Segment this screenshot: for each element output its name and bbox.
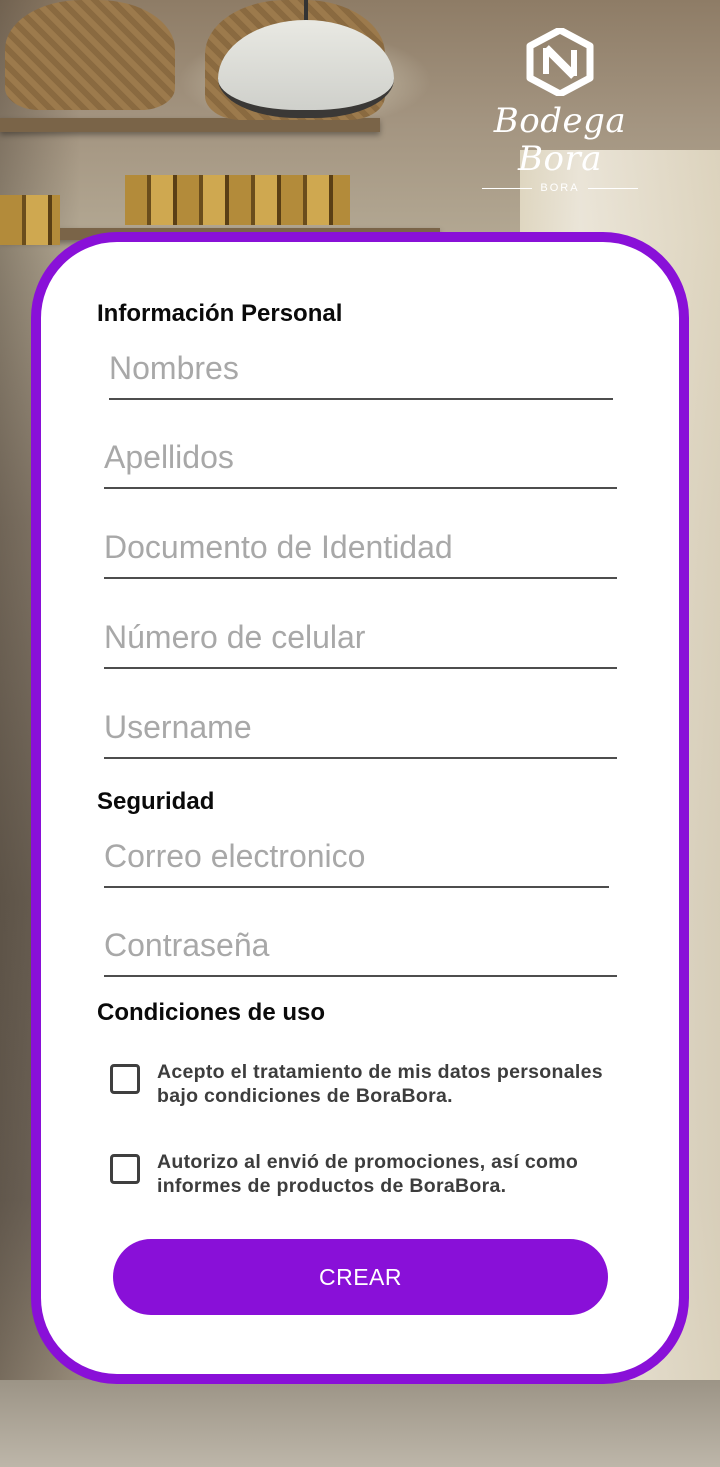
section-title-security: Seguridad bbox=[97, 788, 215, 815]
contrasena-field[interactable] bbox=[104, 919, 617, 977]
logo-sub-text: BORA bbox=[540, 182, 580, 194]
apellidos-input[interactable] bbox=[104, 431, 617, 483]
divider bbox=[587, 187, 638, 189]
divider bbox=[482, 187, 533, 189]
cans bbox=[0, 195, 60, 245]
promociones-label: Autorizo al envió de promociones, así co… bbox=[157, 1151, 579, 1197]
section-title-personal: Información Personal bbox=[97, 300, 343, 327]
documento-input[interactable] bbox=[104, 521, 617, 573]
celular-input[interactable] bbox=[104, 611, 617, 663]
logo-mark-icon bbox=[526, 28, 594, 96]
check-row-datos[interactable]: Acepto el tratamiento de mis datos perso… bbox=[108, 1060, 628, 1120]
nombres-field[interactable] bbox=[109, 342, 613, 400]
basket bbox=[5, 0, 175, 110]
correo-input[interactable] bbox=[104, 830, 609, 882]
documento-field[interactable] bbox=[104, 521, 617, 579]
celular-field[interactable] bbox=[104, 611, 617, 669]
contrasena-input[interactable] bbox=[104, 919, 617, 971]
check-row-promociones[interactable]: Autorizo al envió de promociones, así co… bbox=[108, 1150, 628, 1210]
username-input[interactable] bbox=[104, 701, 617, 753]
shelf bbox=[0, 118, 380, 132]
username-field[interactable] bbox=[104, 701, 617, 759]
logo-subtitle: BORA bbox=[460, 182, 660, 194]
cans bbox=[125, 175, 350, 225]
nombres-input[interactable] bbox=[109, 342, 613, 394]
promociones-checkbox[interactable] bbox=[110, 1154, 140, 1184]
datos-checkbox[interactable] bbox=[110, 1064, 140, 1094]
correo-field[interactable] bbox=[104, 830, 609, 888]
apellidos-field[interactable] bbox=[104, 431, 617, 489]
crear-button[interactable]: CREAR bbox=[113, 1239, 608, 1315]
section-title-terms: Condiciones de uso bbox=[97, 999, 326, 1026]
datos-label: Acepto el tratamiento de mis datos perso… bbox=[157, 1061, 603, 1107]
floor bbox=[0, 1380, 720, 1467]
logo-wordmark: Bodega Bora bbox=[493, 101, 627, 179]
brand-logo: Bodega Bora BORA bbox=[460, 28, 660, 194]
